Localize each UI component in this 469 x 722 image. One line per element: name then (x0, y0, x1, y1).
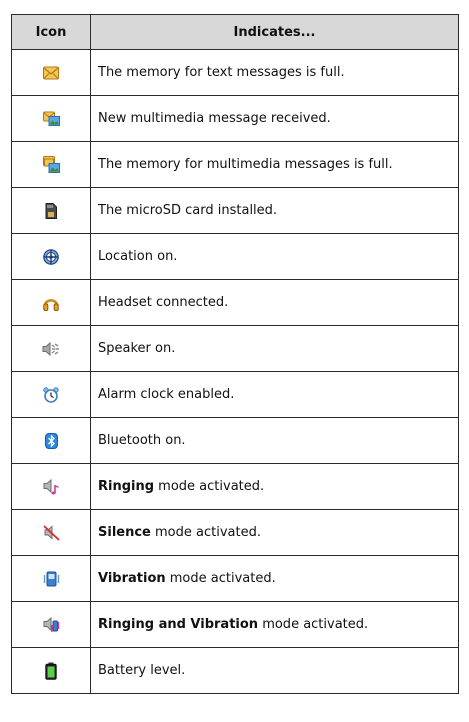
description-text: mode activated. (165, 571, 276, 586)
table-row: Alarm clock enabled. (11, 371, 459, 418)
description-bold: Ringing (98, 479, 155, 494)
description-text: The memory for multimedia messages is fu… (98, 157, 393, 172)
description-cell: Bluetooth on. (90, 417, 459, 464)
description-cell: Alarm clock enabled. (90, 371, 459, 418)
description-bold: Vibration (98, 571, 166, 586)
message-full-icon (43, 66, 59, 79)
description-cell: Speaker on. (90, 325, 459, 372)
description-text: Battery level. (98, 663, 186, 678)
icon-cell (11, 95, 91, 142)
icon-cell (11, 49, 91, 96)
icon-cell (11, 555, 91, 602)
table-row: Ringing mode activated. (11, 463, 459, 510)
description-text: mode activated. (154, 479, 265, 494)
ringing-icon (43, 478, 58, 494)
icon-cell (11, 463, 91, 510)
table-row: Ringing and Vibration mode activated. (11, 601, 459, 648)
new-mms-icon (42, 111, 60, 126)
description-text: Bluetooth on. (98, 433, 186, 448)
vibration-icon (43, 571, 59, 586)
description-text: The memory for text messages is full. (98, 65, 345, 80)
description-text: Location on. (98, 249, 178, 264)
icon-cell (11, 279, 91, 326)
description-cell: Ringing mode activated. (90, 463, 459, 510)
table-row: The memory for multimedia messages is fu… (11, 141, 459, 188)
description-cell: Silence mode activated. (90, 509, 459, 556)
table-row: Silence mode activated. (11, 509, 459, 556)
table-row: Speaker on. (11, 325, 459, 372)
description-cell: The microSD card installed. (90, 187, 459, 234)
silence-icon (42, 524, 60, 541)
table-row: The memory for text messages is full. (11, 49, 459, 96)
icon-cell (11, 647, 91, 694)
headset-icon (43, 298, 59, 311)
description-text: The microSD card installed. (98, 203, 278, 218)
table-row: New multimedia message received. (11, 95, 459, 142)
table-header-row: Icon Indicates... (11, 14, 459, 50)
table-row: Battery level. (11, 647, 459, 694)
description-text: Alarm clock enabled. (98, 387, 235, 402)
table-row: Location on. (11, 233, 459, 280)
location-icon (43, 248, 59, 265)
description-text: Speaker on. (98, 341, 176, 356)
icon-indicator-table: Icon Indicates... The memory for text me… (11, 14, 459, 694)
battery-icon (45, 662, 57, 680)
mms-full-icon (42, 156, 60, 173)
description-cell: New multimedia message received. (90, 95, 459, 142)
description-cell: Location on. (90, 233, 459, 280)
description-text: New multimedia message received. (98, 111, 331, 126)
description-cell: Battery level. (90, 647, 459, 694)
description-text: Headset connected. (98, 295, 229, 310)
description-cell: The memory for multimedia messages is fu… (90, 141, 459, 188)
icon-cell (11, 233, 91, 280)
icon-cell (11, 371, 91, 418)
description-text: mode activated. (150, 525, 261, 540)
description-cell: Ringing and Vibration mode activated. (90, 601, 459, 648)
bluetooth-icon (44, 432, 58, 449)
alarm-clock-icon (43, 386, 59, 403)
icon-cell (11, 187, 91, 234)
icon-cell (11, 417, 91, 464)
description-cell: Vibration mode activated. (90, 555, 459, 602)
header-icon: Icon (11, 14, 91, 50)
description-cell: The memory for text messages is full. (90, 49, 459, 96)
description-text: mode activated. (258, 617, 369, 632)
speaker-icon (42, 341, 59, 356)
icon-cell (11, 325, 91, 372)
icon-cell (11, 509, 91, 556)
description-cell: Headset connected. (90, 279, 459, 326)
microsd-icon (45, 202, 57, 219)
table-row: Headset connected. (11, 279, 459, 326)
description-bold: Ringing and Vibration (98, 617, 259, 632)
table-row: Bluetooth on. (11, 417, 459, 464)
icon-cell (11, 601, 91, 648)
icon-cell (11, 141, 91, 188)
ringing-vibration-icon (43, 616, 59, 632)
table-row: Vibration mode activated. (11, 555, 459, 602)
table-row: The microSD card installed. (11, 187, 459, 234)
description-bold: Silence (98, 525, 151, 540)
header-indicates: Indicates... (90, 14, 459, 50)
